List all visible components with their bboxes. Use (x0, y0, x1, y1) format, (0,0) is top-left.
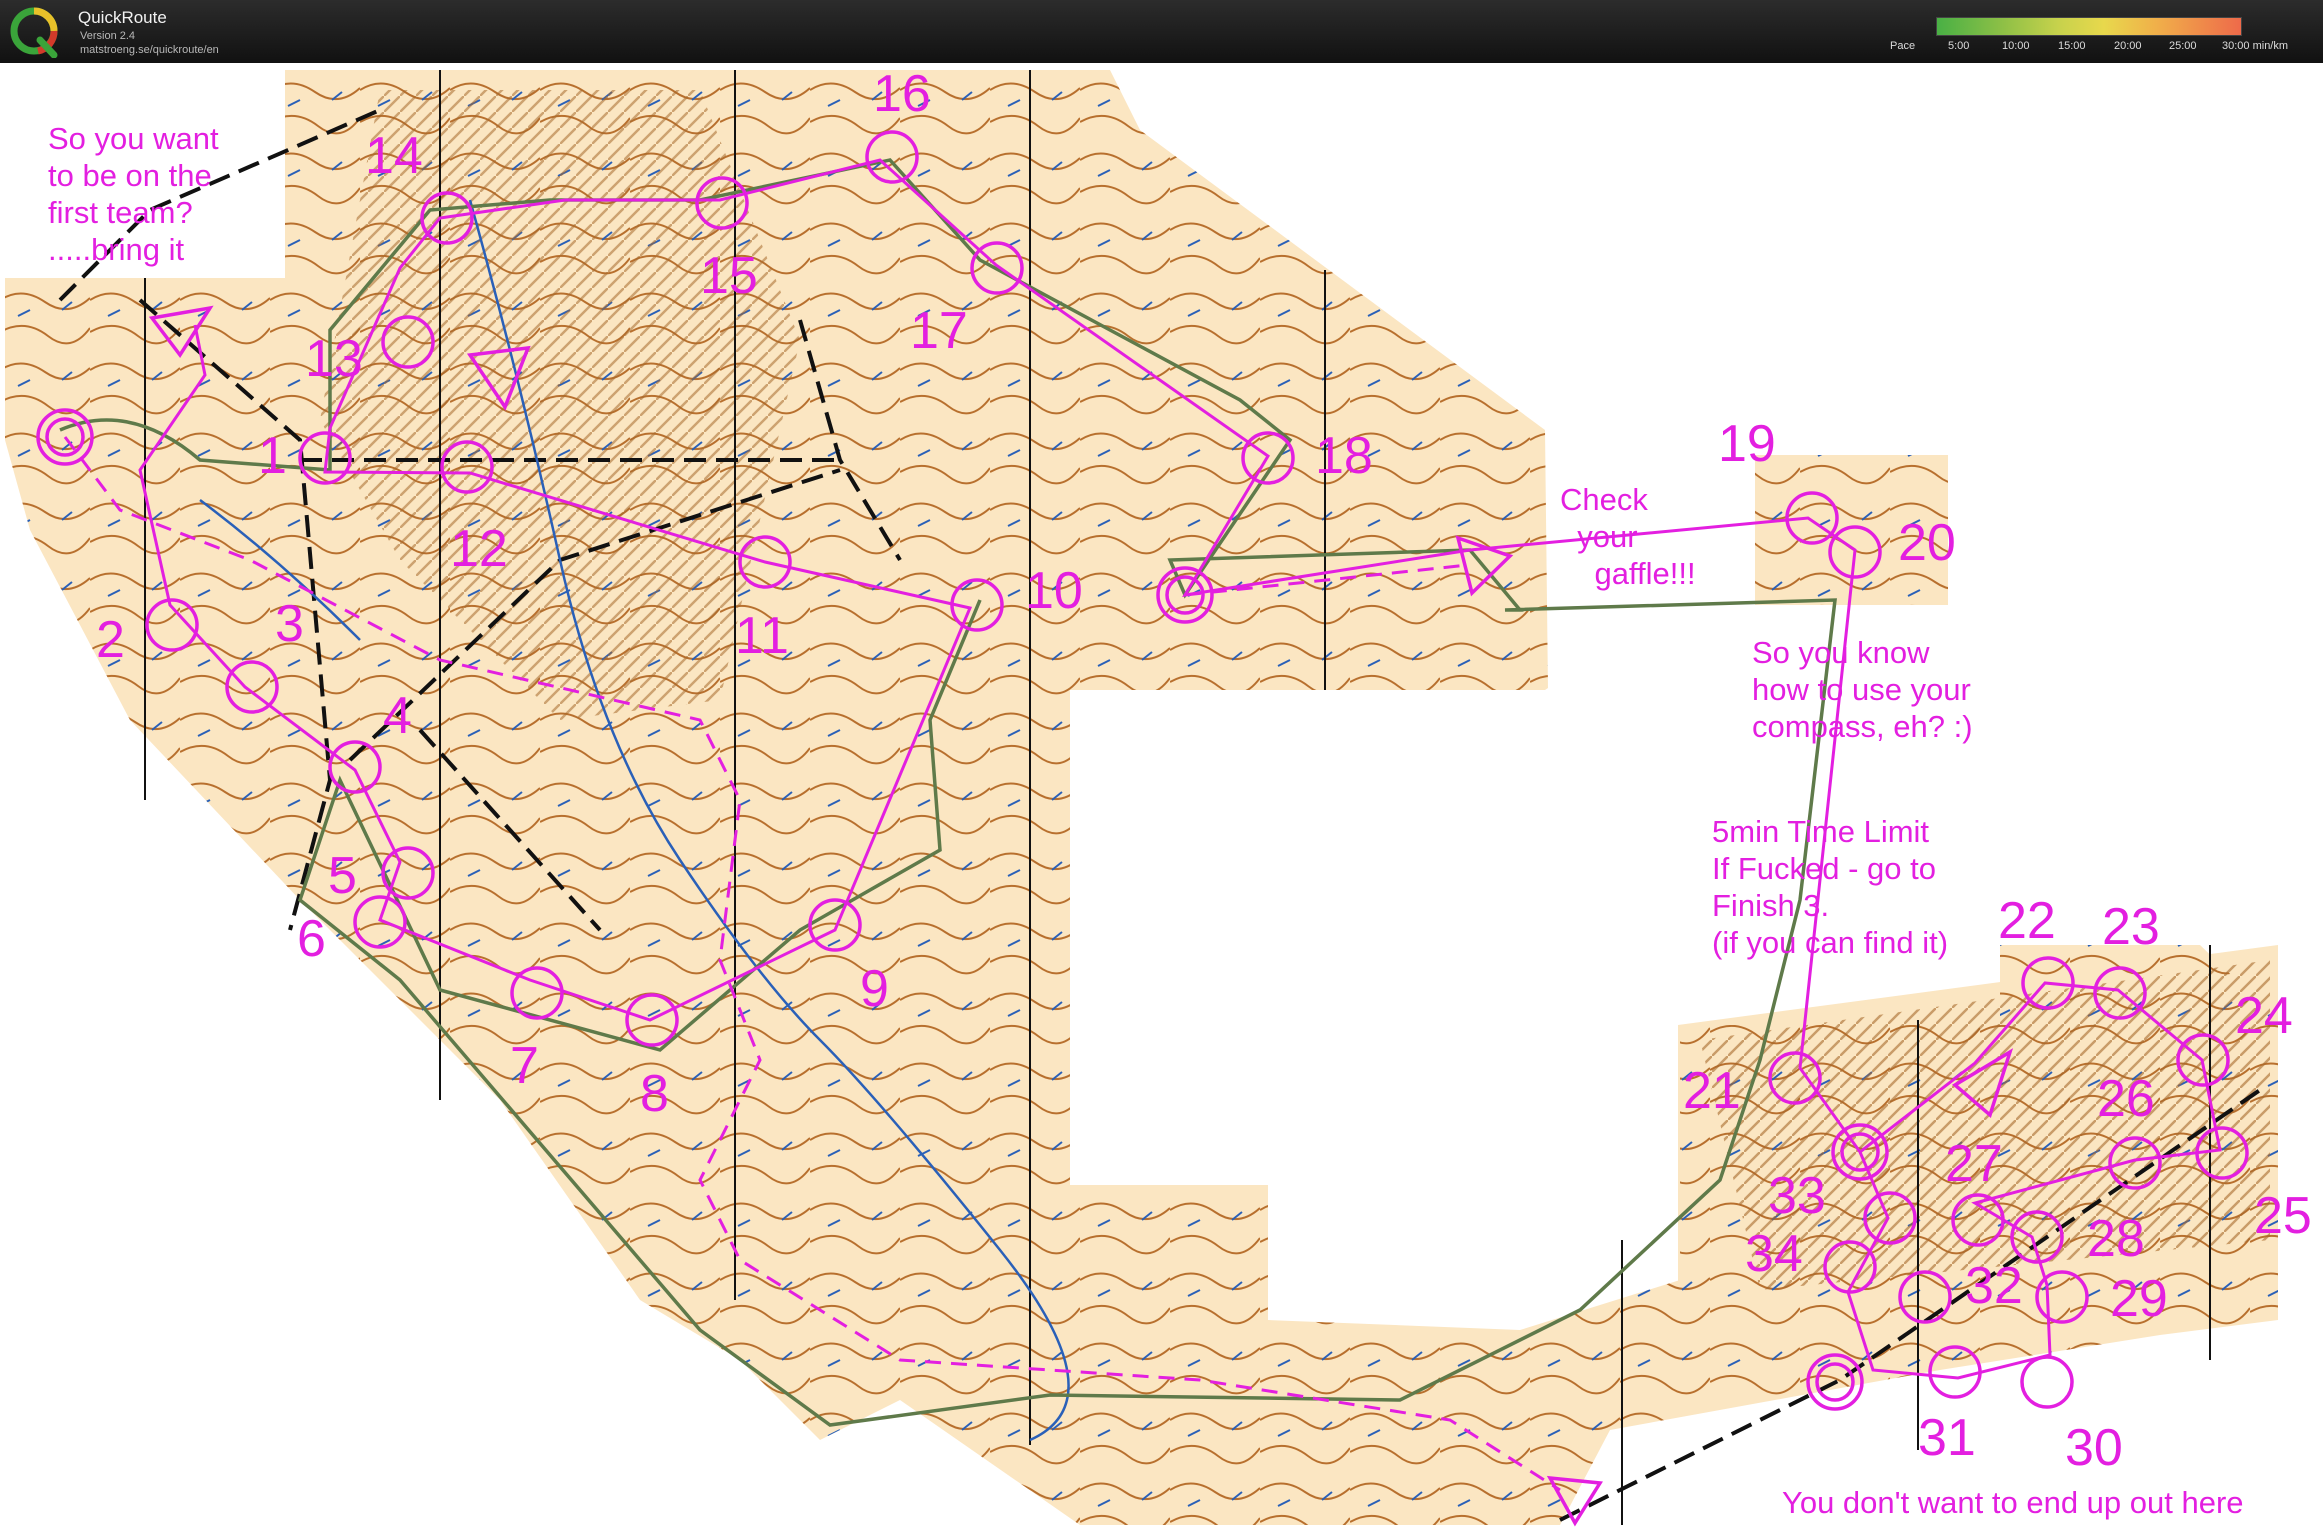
note-first-team: So you want to be on the first team? ...… (48, 121, 219, 267)
app-header: QuickRoute Version 2.4 matstroeng.se/qui… (0, 0, 2323, 63)
pace-label: Pace (1890, 40, 1916, 52)
control-label-10: 10 (1025, 562, 1083, 620)
control-label-27: 27 (1945, 1135, 2003, 1193)
orienteering-map[interactable] (0, 63, 2323, 1538)
control-label-2: 2 (96, 611, 125, 669)
control-label-19: 19 (1718, 415, 1776, 473)
pace-tick: 25:00 (2169, 40, 2197, 52)
control-label-8: 8 (640, 1065, 669, 1123)
control-label-28: 28 (2087, 1210, 2145, 1268)
control-label-9: 9 (860, 960, 889, 1018)
control-label-24: 24 (2235, 987, 2293, 1045)
pace-tick: 10:00 (2002, 40, 2030, 52)
control-label-21: 21 (1683, 1062, 1741, 1120)
control-label-29: 29 (2110, 1270, 2168, 1328)
pace-tick: 5:00 (1948, 40, 1970, 52)
control-label-13: 13 (305, 330, 363, 388)
control-label-31: 31 (1918, 1409, 1976, 1467)
control-label-32: 32 (1965, 1257, 2023, 1315)
control-label-20: 20 (1898, 514, 1956, 572)
control-label-12: 12 (450, 520, 508, 578)
map-terrain (5, 70, 2278, 1525)
control-label-7: 7 (510, 1037, 539, 1095)
pace-tick: 15:00 (2058, 40, 2086, 52)
control-label-23: 23 (2102, 898, 2160, 956)
control-label-26: 26 (2097, 1070, 2155, 1128)
control-label-11: 11 (735, 607, 789, 665)
control-label-17: 17 (910, 302, 968, 360)
app-title: QuickRoute (78, 8, 167, 27)
control-label-16: 16 (873, 65, 931, 123)
control-label-1: 1 (258, 427, 287, 485)
note-out-here: You don't want to end up out here (1782, 1485, 2244, 1520)
control-circle-30 (2020, 1355, 2074, 1409)
note-time-limit: 5min Time Limit If Fucked - go to Finish… (1712, 814, 1949, 960)
control-label-25: 25 (2254, 1187, 2312, 1245)
quickroute-logo-icon (10, 7, 58, 58)
control-label-18: 18 (1315, 427, 1373, 485)
pace-tick: 20:00 (2114, 40, 2142, 52)
app-version: Version 2.4 (80, 30, 136, 42)
control-label-4: 4 (383, 687, 412, 745)
control-label-14: 14 (365, 127, 423, 185)
control-label-30: 30 (2065, 1419, 2123, 1477)
control-label-15: 15 (700, 247, 758, 305)
control-label-33: 33 (1768, 1167, 1826, 1225)
control-label-34: 34 (1745, 1225, 1803, 1283)
control-label-22: 22 (1998, 892, 2056, 950)
app-url[interactable]: matstroeng.se/quickroute/en (80, 44, 219, 56)
control-label-6: 6 (297, 910, 326, 968)
control-label-3: 3 (275, 595, 304, 653)
note-compass: So you know how to use your compass, eh?… (1752, 635, 1973, 744)
pace-tick: 30:00 min/km (2222, 40, 2289, 52)
note-gaffle: Check your gaffle!!! (1560, 482, 1696, 591)
pace-color-scale (1936, 17, 2242, 36)
control-label-5: 5 (328, 847, 357, 905)
